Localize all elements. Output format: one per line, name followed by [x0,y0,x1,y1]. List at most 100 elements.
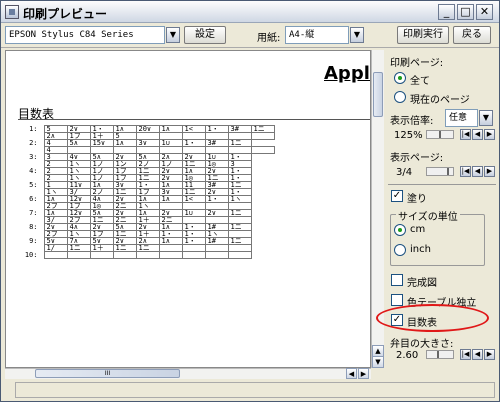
inch-label: inch [410,244,431,255]
minimize-button[interactable]: _ [438,4,455,20]
current-page-label: 現在のページ [410,95,470,106]
table-cell [135,251,160,259]
bullet-next-icon[interactable]: ▶ [484,349,495,360]
bullet-size-slider[interactable] [426,350,454,359]
page-header-text: Apple [324,63,370,84]
zoom-dropdown-arrow-icon[interactable]: ▼ [479,110,493,126]
color-table-checkbox[interactable] [391,294,403,306]
table-cell: 1ニ [227,223,252,231]
table-cell: 1∧ [158,237,183,245]
table-cell [89,251,114,259]
page-slider[interactable] [426,167,454,176]
bullet-first-icon[interactable]: |◀ [460,349,471,360]
row-number: 8: [29,223,38,231]
table-cell: 3# [204,139,229,147]
table-cell: 1ニ [227,209,252,217]
table-cell [250,132,275,140]
zoom-value: 125% [394,130,423,141]
maximize-button[interactable]: □ [457,4,474,20]
table-cell: 3∨ [135,139,160,147]
zoom-label: 表示倍率: [390,116,434,127]
table-cell: 1ニ [112,244,137,252]
zoom-mode-select[interactable]: 任意 [445,109,478,127]
table-cell: 1∧ [158,125,183,133]
print-button[interactable]: 印刷実行 [397,26,449,44]
table-cell [250,146,275,154]
table-cell: 1＋ [89,244,114,252]
row-number: 3: [29,153,38,161]
complete-diagram-label: 完成図 [407,278,437,289]
printer-select[interactable]: EPSON Stylus C84 Series [5,26,165,44]
table-cell: 20∨ [135,125,160,133]
table-cell: 1・ [181,237,206,245]
table-cell: 1∪ [181,209,206,217]
table-cell: 3# [227,125,252,133]
back-button[interactable]: 戻る [453,26,491,44]
fill-checkbox[interactable]: ✓ [391,190,403,202]
table-cell: 1∪ [158,139,183,147]
table-cell: 1・ [181,139,206,147]
table-cell: 1ニ [66,244,91,252]
table-cell [112,251,137,259]
page-prev-icon[interactable]: ◀ [472,166,483,177]
status-bar [15,382,495,398]
bullet-size-value: 2.60 [396,350,419,361]
table-cell: 1・ [204,125,229,133]
page-next-icon[interactable]: ▶ [484,166,495,177]
current-page-radio[interactable] [394,91,406,103]
complete-diagram-checkbox[interactable] [391,274,403,286]
preview-page: Apple 目数表 1:52∨1・1∧20∨1∧1<1・3#1ニ2∧1フ1＋52… [5,50,371,368]
table-cell: 1/ [43,244,68,252]
title-bar: 印刷プレビュー _ □ ✕ [1,1,499,23]
scroll-down-arrow-icon[interactable]: ▼ [372,356,384,368]
table-cell: 1∧ [158,195,183,203]
cm-radio[interactable] [394,224,406,236]
horizontal-scroll-thumb[interactable]: III [35,369,180,378]
vertical-scroll-thumb[interactable] [373,72,383,117]
horizontal-scrollbar[interactable]: III ◀ ▶ [5,368,371,379]
table-cell: 1# [204,237,229,245]
table-row: 10: [20,251,274,259]
row-number: 7: [29,209,38,217]
table-cell [227,244,252,252]
table-cell: 2∨ [204,209,229,217]
table-cell: 1< [181,195,206,203]
scroll-left-arrow-icon[interactable]: ◀ [346,368,357,379]
table-row: 1: 5 2∨ 1・ 1∧ 20∨ 1∧ 1< 1・ 3# 1ニ [20,125,275,133]
table-cell: 1・ [204,195,229,203]
table-cell: 1ニ [135,244,160,252]
paper-select[interactable]: A4-縦 [285,26,349,44]
table-row: 2: 4 5∧ 15∨ 1∧ 3∨ 1∪ 1・ 3# 1ニ [20,139,274,147]
window-title: 印刷プレビュー [23,7,108,21]
row-number: 1: [29,125,38,133]
print-preview-window: 印刷プレビュー _ □ ✕ EPSON Stylus C84 Series ▼ … [0,0,500,402]
table-cell [204,251,229,259]
display-page-value: 3/4 [396,167,413,178]
bullet-prev-icon[interactable]: ◀ [472,349,483,360]
stitch-count-table: 1: 5 2∨ 1・ 1∧ 20∨ 1∧ 1< 1・ 3# 1ニ 2∧ 1フ 1＋ 5 2: 4 5∧ 15∨ 1∧ 3… [20,125,275,259]
size-unit-label: サイズの単位 [396,208,460,223]
zoom-first-icon[interactable]: |◀ [460,129,471,140]
table-cell [66,251,91,259]
table-cell: 5∧ [66,139,91,147]
table-cell: 1ニ [227,139,252,147]
zoom-prev-icon[interactable]: ◀ [472,129,483,140]
title-underline [18,119,370,120]
table-cell: 1< [181,125,206,133]
zoom-slider[interactable] [426,130,454,139]
fill-label: 塗り [407,194,427,205]
scroll-right-arrow-icon[interactable]: ▶ [358,368,369,379]
panel-separator [388,184,496,185]
close-button[interactable]: ✕ [476,4,493,20]
paper-dropdown-arrow-icon[interactable]: ▼ [350,27,364,43]
all-pages-radio[interactable] [394,72,406,84]
bullet-size-label: 弁目の大きさ: [390,339,454,350]
printer-dropdown-arrow-icon[interactable]: ▼ [166,27,180,43]
table-cell [181,251,206,259]
zoom-next-icon[interactable]: ▶ [484,129,495,140]
page-first-icon[interactable]: |◀ [460,166,471,177]
inch-radio[interactable] [394,244,406,256]
table-cell: 15∨ [89,139,114,147]
settings-button[interactable]: 設定 [184,26,226,44]
all-pages-label: 全て [410,76,430,87]
